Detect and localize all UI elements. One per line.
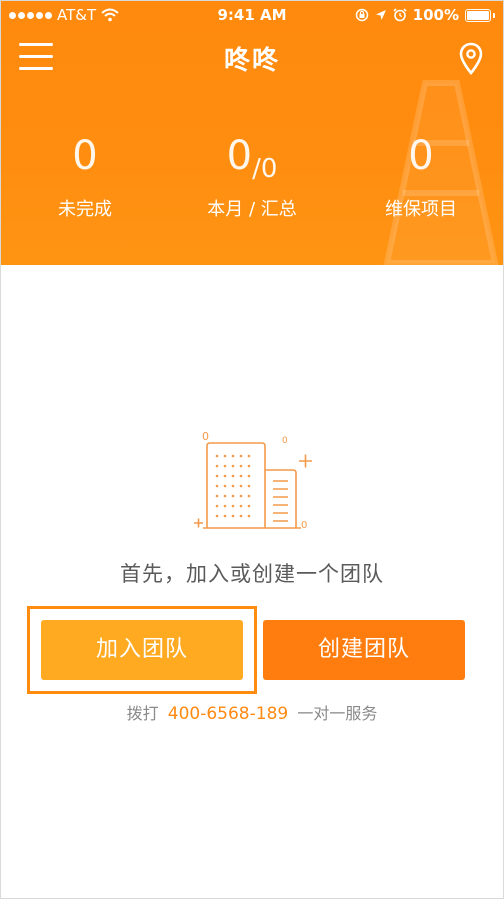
- join-team-button[interactable]: 加入团队: [41, 620, 243, 680]
- stat-value: 0/0: [226, 133, 278, 184]
- stat-total-value: 0: [260, 154, 278, 184]
- header: AT&T 9:41 AM 100% 咚咚 0 未完成 0/0 本月 / 汇总 0…: [1, 1, 503, 265]
- location-arrow-icon: [375, 10, 386, 20]
- create-team-button[interactable]: 创建团队: [263, 620, 465, 680]
- stat-label: 未完成: [58, 199, 112, 220]
- stat-maintenance-items[interactable]: 0 维保项目: [337, 131, 503, 221]
- stat-value: 0: [408, 133, 434, 179]
- hotline-text: 拨打 400-6568-189 一对一服务: [1, 700, 503, 724]
- hotline-phone-link[interactable]: 400-6568-189: [168, 704, 288, 724]
- alarm-icon: [393, 8, 407, 22]
- hotline-prefix: 拨打: [126, 704, 159, 723]
- stat-label: 本月 / 汇总: [207, 199, 297, 220]
- stat-unfinished[interactable]: 0 未完成: [1, 131, 169, 221]
- stat-label: 维保项目: [385, 199, 457, 220]
- svg-text:0: 0: [202, 430, 209, 443]
- map-pin-icon[interactable]: [457, 41, 485, 77]
- nav-bar: 咚咚: [1, 29, 503, 87]
- lock-rotation-icon: [355, 8, 368, 22]
- building-illustration: 0 0 0: [194, 430, 312, 531]
- status-bar: AT&T 9:41 AM 100%: [1, 1, 503, 29]
- hotline-suffix: 一对一服务: [297, 704, 378, 723]
- page-title: 咚咚: [223, 46, 280, 76]
- stat-monthly-total[interactable]: 0/0 本月 / 汇总: [168, 131, 336, 221]
- battery-icon: [465, 8, 491, 22]
- stats-row: 0 未完成 0/0 本月 / 汇总 0 维保项目: [1, 131, 503, 231]
- status-right: 100%: [355, 6, 495, 24]
- stat-value: 0: [72, 133, 98, 179]
- battery-percent: 100%: [412, 6, 459, 24]
- svg-text:0: 0: [282, 436, 288, 446]
- stat-month-value: 0: [226, 133, 253, 179]
- empty-state-prompt: 首先，加入或创建一个团队: [120, 562, 384, 586]
- svg-text:0: 0: [301, 520, 307, 531]
- battery-tip: [493, 12, 495, 18]
- app-screen: AT&T 9:41 AM 100% 咚咚 0 未完成 0/0 本月 / 汇总 0…: [0, 0, 504, 899]
